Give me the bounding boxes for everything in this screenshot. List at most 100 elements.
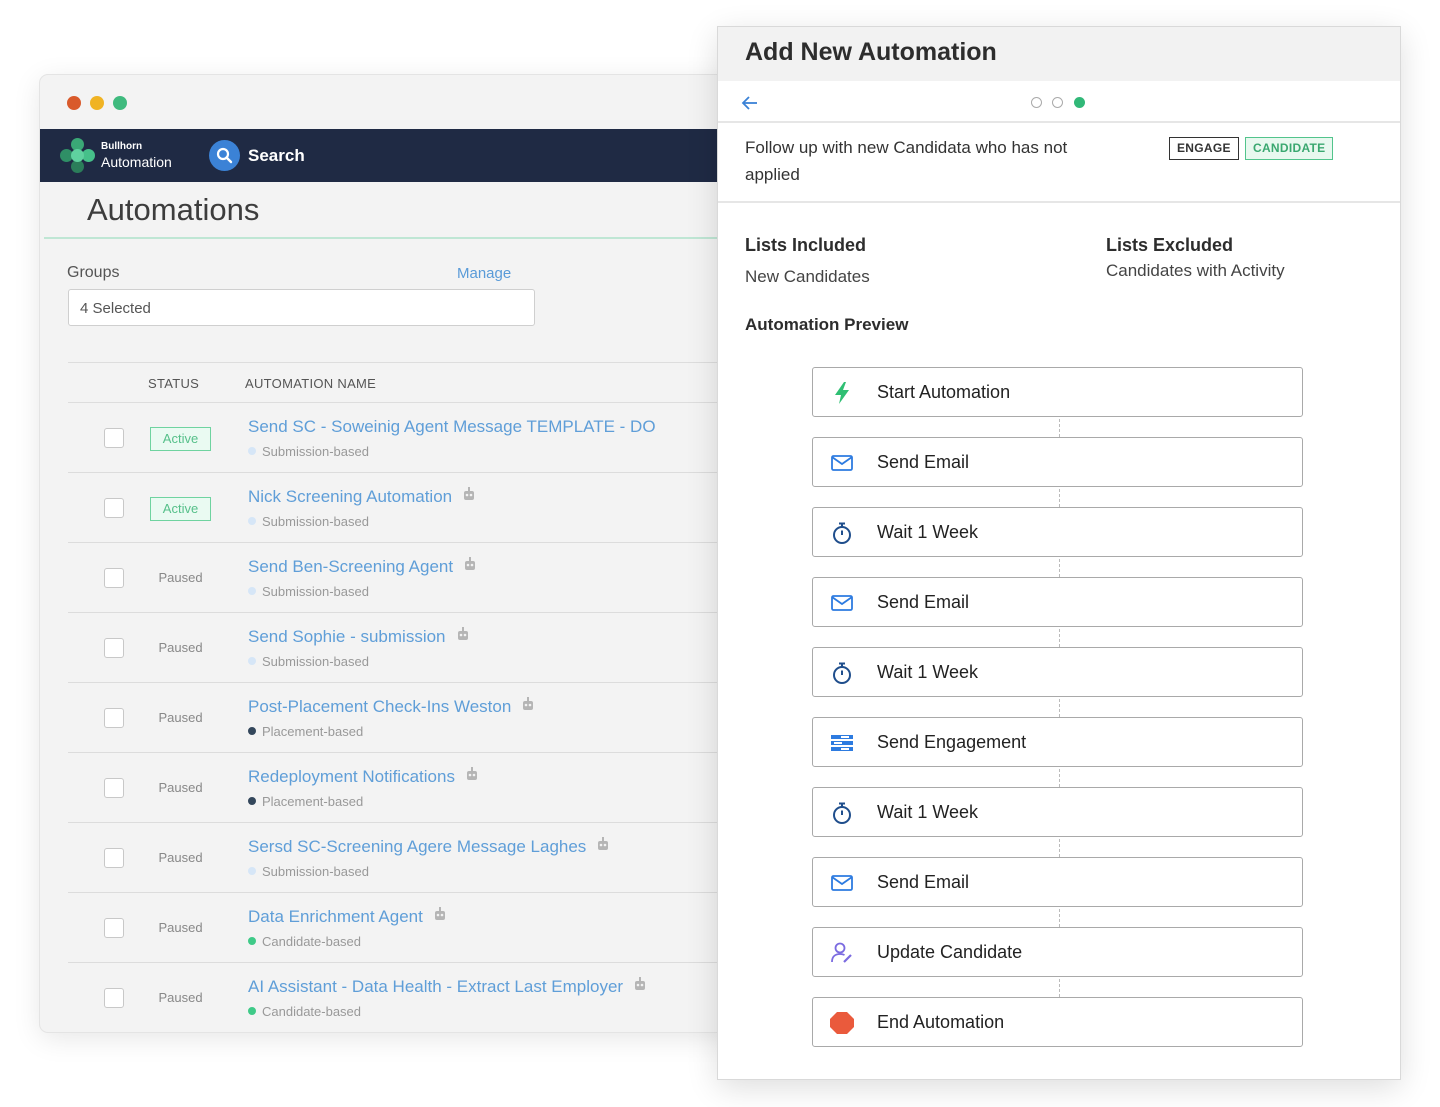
flow-step[interactable]: Wait 1 Week <box>812 647 1303 717</box>
table-row[interactable]: Paused Send Sophie - submission Submission… <box>68 613 760 683</box>
table-row[interactable]: Paused Redeployment Notifications Placemen… <box>68 753 760 823</box>
panel-header: Add New Automation <box>718 27 1400 81</box>
flow-step-label: Wait 1 Week <box>877 522 979 542</box>
flow-step[interactable]: Wait 1 Week <box>812 787 1303 857</box>
automations-window: Bullhorn Automation Search Automations G… <box>40 75 760 1032</box>
divider <box>718 121 1400 123</box>
table-row[interactable]: Active Send SC - Soweinig Agent Message T… <box>68 403 760 473</box>
search-button[interactable]: Search <box>248 146 305 166</box>
row-checkbox[interactable] <box>104 498 124 518</box>
flow-step[interactable]: Send Email <box>812 437 1303 507</box>
status-badge: Paused <box>158 780 203 795</box>
agent-bot-icon <box>521 697 535 715</box>
automation-name-link[interactable]: Send SC - Soweinig Agent Message TEMPLAT… <box>248 417 656 437</box>
automation-type-label: Submission-based <box>262 864 369 879</box>
automation-name[interactable]: Post-Placement Check-Ins Weston <box>248 697 511 716</box>
lists-excluded-label: Lists Excluded <box>1106 235 1234 255</box>
automation-type: Submission-based <box>248 864 369 879</box>
type-dot-icon <box>248 797 256 805</box>
flow-step[interactable]: Start Automation <box>812 367 1303 437</box>
back-arrow-icon[interactable] <box>740 93 760 113</box>
page-title: Automations <box>87 192 260 227</box>
table-row[interactable]: Paused Sersd SC-Screening Agere Message L… <box>68 823 760 893</box>
close-window-button[interactable] <box>67 96 81 110</box>
flow-step[interactable]: End Automation <box>812 997 1303 1047</box>
status-badge: Paused <box>158 990 203 1005</box>
row-checkbox[interactable] <box>104 988 124 1008</box>
flow-step-label: Send Engagement <box>877 732 1027 752</box>
automation-name[interactable]: Redeployment Notifications <box>248 767 455 786</box>
row-checkbox[interactable] <box>104 848 124 868</box>
user-edit-icon <box>829 940 855 966</box>
automation-name-link[interactable]: AI Assistant - Data Health - Extract Las… <box>248 977 647 997</box>
search-icon[interactable] <box>209 140 240 171</box>
row-checkbox[interactable] <box>104 918 124 938</box>
flow-step[interactable]: Wait 1 Week <box>812 507 1303 577</box>
automation-name-link[interactable]: Send Sophie - submission <box>248 627 470 647</box>
table-row[interactable]: Paused AI Assistant - Data Health - Extra… <box>68 963 760 1032</box>
automation-type-label: Candidate-based <box>262 1004 362 1019</box>
status-badge: Paused <box>158 570 203 585</box>
flow-step-label: Update Candidate <box>877 942 1023 962</box>
flow-step-label: Wait 1 Week <box>877 662 979 682</box>
automation-name[interactable]: Send SC - Soweinig Agent Message TEMPLAT… <box>248 417 656 436</box>
flow-step[interactable]: Send Email <box>812 577 1303 647</box>
table-row[interactable]: Paused Send Ben-Screening Agent Submission… <box>68 543 760 613</box>
automation-type-label: Submission-based <box>262 654 369 669</box>
row-checkbox[interactable] <box>104 428 124 448</box>
automation-type-label: Submission-based <box>262 444 369 459</box>
table-row[interactable]: Paused Data Enrichment Agent Candidate-bas… <box>68 893 760 963</box>
maximize-window-button[interactable] <box>113 96 127 110</box>
panel-title: Add New Automation <box>745 38 997 66</box>
row-checkbox[interactable] <box>104 708 124 728</box>
flow-step-label: Send Email <box>877 592 970 612</box>
automation-name-link[interactable]: Send Ben-Screening Agent <box>248 557 477 577</box>
automation-flow: Start Automation Send Email Wait 1 Week Sen… <box>812 367 1303 1047</box>
flow-step[interactable]: Send Email <box>812 857 1303 927</box>
minimize-window-button[interactable] <box>90 96 104 110</box>
automation-name[interactable]: Data Enrichment Agent <box>248 907 423 926</box>
stopwatch-icon <box>829 800 855 826</box>
row-checkbox[interactable] <box>104 638 124 658</box>
automation-name-link[interactable]: Post-Placement Check-Ins Weston <box>248 697 535 717</box>
status-badge: Paused <box>158 850 203 865</box>
flow-step[interactable]: Send Engagement <box>812 717 1303 787</box>
brand-name: Bullhorn <box>101 141 143 152</box>
automation-description: Follow up with new Candidata who has not… <box>745 138 1068 184</box>
automation-type-label: Placement-based <box>262 724 364 739</box>
automation-name-link[interactable]: Redeployment Notifications <box>248 767 479 787</box>
automation-type: Candidate-based <box>248 934 361 949</box>
table-row[interactable]: Paused Post-Placement Check-Ins Weston Pla… <box>68 683 760 753</box>
automation-name-link[interactable]: Nick Screening Automation <box>248 487 476 507</box>
row-checkbox[interactable] <box>104 568 124 588</box>
window-titlebar <box>40 75 760 129</box>
automation-type-label: Submission-based <box>262 584 369 599</box>
automation-name[interactable]: Sersd SC-Screening Agere Message Laghes <box>248 837 586 856</box>
automation-name-link[interactable]: Sersd SC-Screening Agere Message Laghes <box>248 837 610 857</box>
flow-step[interactable]: Update Candidate <box>812 927 1303 997</box>
agent-bot-icon <box>596 837 610 855</box>
type-dot-icon <box>248 937 256 945</box>
flow-step-label: Start Automation <box>877 382 1011 402</box>
step-indicator-1 <box>1031 97 1042 108</box>
flow-step-label: Wait 1 Week <box>877 802 979 822</box>
agent-bot-icon <box>633 977 647 995</box>
table-row[interactable]: Active Nick Screening Automation Submissio… <box>68 473 760 543</box>
agent-bot-icon <box>456 627 470 645</box>
status-column-header[interactable]: STATUS <box>148 376 199 391</box>
automation-name[interactable]: Nick Screening Automation <box>248 487 452 506</box>
manage-groups-link[interactable]: Manage <box>457 265 511 282</box>
groups-select[interactable]: 4 Selected <box>68 289 535 326</box>
automation-name[interactable]: Send Ben-Screening Agent <box>248 557 453 576</box>
automation-name[interactable]: AI Assistant - Data Health - Extract Las… <box>248 977 623 996</box>
automation-name[interactable]: Send Sophie - submission <box>248 627 446 646</box>
automation-type: Candidate-based <box>248 1004 361 1019</box>
type-dot-icon <box>248 587 256 595</box>
stop-hexagon-icon <box>829 1010 855 1036</box>
row-checkbox[interactable] <box>104 778 124 798</box>
automation-name-link[interactable]: Data Enrichment Agent <box>248 907 447 927</box>
agent-bot-icon <box>433 907 447 925</box>
name-column-header[interactable]: AUTOMATION NAME <box>245 376 376 391</box>
lists-excluded-value: Candidates with Activity <box>1106 261 1285 280</box>
automation-type-label: Submission-based <box>262 514 369 529</box>
